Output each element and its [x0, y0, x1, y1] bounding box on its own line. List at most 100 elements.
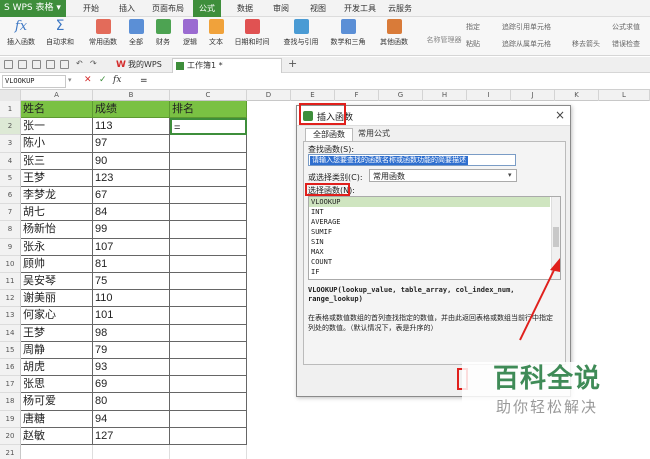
table-cell[interactable]: 79 — [93, 341, 170, 359]
table-cell[interactable] — [170, 427, 247, 445]
tab-all-functions[interactable]: 全部函数 — [305, 128, 353, 141]
table-cell[interactable]: 周静 — [21, 341, 93, 359]
table-cell[interactable] — [170, 152, 247, 170]
row-header[interactable]: 19 — [0, 410, 21, 428]
table-header-cell[interactable]: 排名 — [170, 101, 247, 119]
table-cell[interactable] — [170, 341, 247, 359]
table-cell[interactable] — [170, 376, 247, 394]
row-header[interactable]: 8 — [0, 221, 21, 239]
row-header[interactable]: 3 — [0, 135, 21, 153]
table-cell[interactable] — [170, 324, 247, 342]
table-cell[interactable]: 赵敏 — [21, 427, 93, 445]
open-icon[interactable] — [18, 60, 27, 69]
evaluate-formula-button[interactable]: 公式求值 — [612, 22, 640, 32]
other-functions-button[interactable]: 其他函数 — [374, 19, 414, 47]
error-check-button[interactable]: 错误检查 — [612, 39, 640, 49]
table-cell[interactable]: 75 — [93, 273, 170, 291]
formula-input[interactable]: = — [140, 76, 148, 86]
menu-data[interactable]: 数据 — [234, 0, 256, 17]
name-manager-button[interactable]: 名称管理器 — [424, 35, 464, 45]
table-cell[interactable]: 顾帅 — [21, 255, 93, 273]
table-cell[interactable] — [170, 135, 247, 153]
table-cell[interactable]: 谢美丽 — [21, 290, 93, 308]
row-header[interactable]: 20 — [0, 427, 21, 445]
save-icon[interactable] — [32, 60, 41, 69]
row-header[interactable]: 1 — [0, 101, 21, 119]
menu-developer[interactable]: 开发工具 — [342, 0, 378, 17]
table-cell[interactable]: 81 — [93, 255, 170, 273]
row-header[interactable]: 15 — [0, 341, 21, 359]
confirm-icon[interactable]: ✓ — [99, 75, 107, 85]
function-list-item[interactable]: SUMIF — [309, 227, 550, 237]
table-cell[interactable]: 84 — [93, 204, 170, 222]
paste-name-button[interactable]: 粘贴 — [466, 39, 480, 49]
row-header[interactable]: 5 — [0, 169, 21, 187]
text-button[interactable]: 文本 — [205, 19, 227, 47]
table-cell[interactable]: 107 — [93, 238, 170, 256]
column-header[interactable]: H — [423, 90, 467, 101]
column-header[interactable]: K — [555, 90, 599, 101]
table-cell[interactable]: 113 — [93, 118, 170, 136]
row-header[interactable]: 2 — [0, 118, 21, 136]
print-icon[interactable] — [46, 60, 55, 69]
table-cell[interactable] — [170, 221, 247, 239]
table-cell[interactable]: 110 — [93, 290, 170, 308]
redo-icon[interactable]: ↷ — [90, 59, 97, 68]
undo-icon[interactable]: ↶ — [76, 59, 83, 68]
table-cell[interactable]: 69 — [93, 376, 170, 394]
table-cell[interactable]: 123 — [93, 169, 170, 187]
preview-icon[interactable] — [60, 60, 69, 69]
table-cell[interactable]: 80 — [93, 393, 170, 411]
table-cell[interactable] — [170, 393, 247, 411]
all-functions-button[interactable]: 全部 — [126, 19, 146, 47]
table-cell[interactable] — [170, 410, 247, 428]
row-header[interactable]: 11 — [0, 273, 21, 291]
table-cell[interactable]: 97 — [93, 135, 170, 153]
row-header[interactable]: 9 — [0, 238, 21, 256]
table-cell[interactable]: 吴安琴 — [21, 273, 93, 291]
table-cell[interactable] — [170, 238, 247, 256]
math-trig-button[interactable]: 数学和三角 — [327, 19, 369, 47]
select-all-corner[interactable] — [0, 90, 21, 101]
function-list-item[interactable]: INT — [309, 207, 550, 217]
tab-my-wps[interactable]: W 我的WPS — [114, 58, 172, 73]
table-cell[interactable]: 101 — [93, 307, 170, 325]
search-input[interactable]: 请输入您要查找的函数名称或函数功能的简要描述 — [308, 154, 516, 166]
namebox-dropdown-icon[interactable]: ▾ — [68, 76, 72, 84]
table-cell[interactable]: 张思 — [21, 376, 93, 394]
column-header[interactable]: A — [21, 90, 93, 101]
cancel-icon[interactable]: ✕ — [84, 75, 92, 85]
table-cell[interactable]: 张永 — [21, 238, 93, 256]
row-header[interactable]: 10 — [0, 255, 21, 273]
table-cell[interactable]: 张三 — [21, 152, 93, 170]
menu-cloud[interactable]: 云服务 — [385, 0, 415, 17]
table-cell[interactable]: 94 — [93, 410, 170, 428]
table-cell[interactable]: 胡虎 — [21, 359, 93, 377]
row-header[interactable]: 6 — [0, 187, 21, 205]
table-cell[interactable] — [170, 169, 247, 187]
empty-cell[interactable] — [170, 445, 247, 459]
table-cell[interactable] — [170, 273, 247, 291]
column-header[interactable]: I — [467, 90, 511, 101]
insert-function-button[interactable]: fx 插入函数 — [4, 19, 38, 47]
table-cell[interactable] — [170, 290, 247, 308]
function-list-item[interactable]: AVERAGE — [309, 217, 550, 227]
table-cell[interactable] — [170, 255, 247, 273]
table-cell[interactable]: 98 — [93, 324, 170, 342]
column-header[interactable]: F — [335, 90, 379, 101]
table-cell[interactable] — [170, 204, 247, 222]
row-header[interactable]: 14 — [0, 324, 21, 342]
table-cell[interactable]: 张一 — [21, 118, 93, 136]
logical-button[interactable]: 逻辑 — [179, 19, 201, 47]
row-header[interactable]: 17 — [0, 376, 21, 394]
row-header[interactable]: 18 — [0, 393, 21, 411]
column-header[interactable]: J — [511, 90, 555, 101]
common-functions-button[interactable]: 常用函数 — [83, 19, 123, 47]
tab-common-formulas[interactable]: 常用公式 — [353, 128, 395, 141]
table-cell[interactable]: 王梦 — [21, 324, 93, 342]
new-file-icon[interactable] — [4, 60, 13, 69]
menu-view[interactable]: 视图 — [307, 0, 329, 17]
app-menu-button[interactable]: S WPS 表格 ▾ — [0, 0, 66, 17]
function-list-item[interactable]: VLOOKUP — [309, 197, 550, 207]
fx-button[interactable]: fx — [113, 75, 121, 85]
